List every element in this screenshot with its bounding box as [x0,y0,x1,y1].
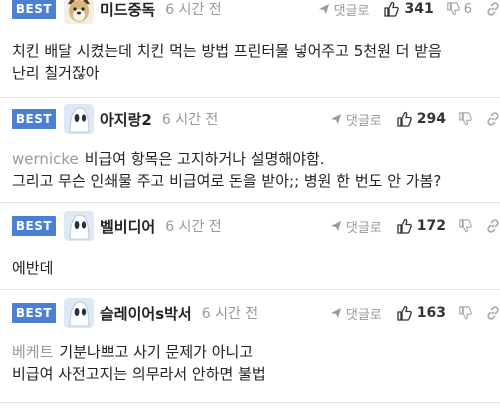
like-button[interactable]: 341 [383,1,434,17]
timestamp: 6 시간 전 [201,306,259,322]
timestamp: 6 시간 전 [161,112,219,128]
nickname[interactable]: 슬레이어s박서 [100,303,192,324]
reply-button[interactable]: 댓글로 [330,110,382,129]
link-icon [487,2,499,16]
comment-text-line: 에반데 [12,259,54,277]
nickname[interactable]: 벨비디어 [100,216,155,237]
comment-3: BEST 벨비디어 6 시간 전 댓글로 172 에반데 [0,202,500,289]
thumbs-up-icon [397,111,412,127]
comment-1: BEST 미드중독 6 시간 전 댓글로 341 6 치킨 배달 시켰는데 치킨… [0,0,500,97]
like-button[interactable]: 172 [396,218,446,234]
thumbs-up-icon [384,1,400,17]
best-badge: BEST [12,109,56,129]
divider [0,402,500,403]
comment-text-line: 비급여 사전고지는 의무라서 안하면 불법 [12,365,266,383]
reply-button[interactable]: 댓글로 [330,304,382,323]
share-link-button[interactable] [486,2,500,16]
ghost-avatar-icon[interactable] [64,104,94,134]
timestamp: 6 시간 전 [165,219,222,235]
like-count: 163 [416,305,446,321]
reply-arrow-icon [330,221,341,231]
link-icon [487,112,499,126]
comment-text-line: 난리 칠거잖아 [12,64,100,82]
reply-arrow-icon [330,114,341,124]
timestamp: 6 시간 전 [165,2,222,18]
dislike-button[interactable] [458,306,472,320]
thumbs-down-icon [459,219,472,233]
reply-button[interactable]: 댓글로 [318,0,370,19]
dog-avatar-icon[interactable] [64,0,94,24]
comment-text-line: 베케트 기분나쁘고 사기 문제가 아니고 [12,341,492,363]
reply-arrow-icon [330,308,341,318]
reply-label: 댓글로 [345,307,382,323]
best-badge: BEST [12,303,56,323]
comment-text-line: wernicke 비급여 항목은 고지하거나 설명해야함. [12,148,492,170]
thumbs-down-icon [459,306,472,320]
comment-text: 기분나쁘고 사기 문제가 아니고 [59,343,254,361]
reply-arrow-icon [318,4,329,14]
share-link-button[interactable] [486,112,500,126]
nickname[interactable]: 미드중독 [100,0,155,20]
ghost-avatar-icon[interactable] [64,211,94,241]
dislike-count: 6 [463,1,472,17]
like-button[interactable]: 163 [396,305,446,321]
like-count: 172 [416,218,446,234]
like-button[interactable]: 294 [396,111,446,127]
best-badge: BEST [12,0,56,19]
thumbs-down-icon [459,112,472,126]
reply-label: 댓글로 [345,113,382,129]
reply-label: 댓글로 [345,220,382,236]
share-link-button[interactable] [486,306,500,320]
thumbs-up-icon [397,218,412,234]
like-count: 294 [416,111,446,127]
thumbs-down-icon [446,2,460,16]
reply-label: 댓글로 [333,3,370,19]
link-icon [487,219,499,233]
nickname[interactable]: 아지랑2 [100,109,152,130]
comment-4: BEST 슬레이어s박서 6 시간 전 댓글로 163 베케트 기분나쁘고 사기… [0,289,500,402]
like-count: 341 [404,1,434,17]
share-link-button[interactable] [486,219,500,233]
comment-text: 비급여 항목은 고지하거나 설명해야함. [84,150,325,168]
comment-text-line: 치킨 배달 시켰는데 치킨 먹는 방법 프린터물 넣어주고 5천원 더 받음 [12,42,442,60]
link-icon [487,306,499,320]
comment-text-line: 그리고 무슨 인쇄물 주고 비급여로 돈을 받아;; 병원 한 번도 안 가봄? [12,172,442,190]
best-badge: BEST [12,216,56,236]
reply-mention[interactable]: 베케트 [12,343,53,361]
thumbs-up-icon [397,305,412,321]
dislike-button[interactable] [458,219,472,233]
dislike-button[interactable]: 6 [446,2,472,17]
reply-mention[interactable]: wernicke [12,150,79,168]
comment-2: BEST 아지랑2 6 시간 전 댓글로 294 wernicke 비급여 항목… [0,97,500,202]
dislike-button[interactable] [458,112,472,126]
reply-button[interactable]: 댓글로 [330,217,382,236]
ghost-avatar-icon[interactable] [64,298,94,328]
